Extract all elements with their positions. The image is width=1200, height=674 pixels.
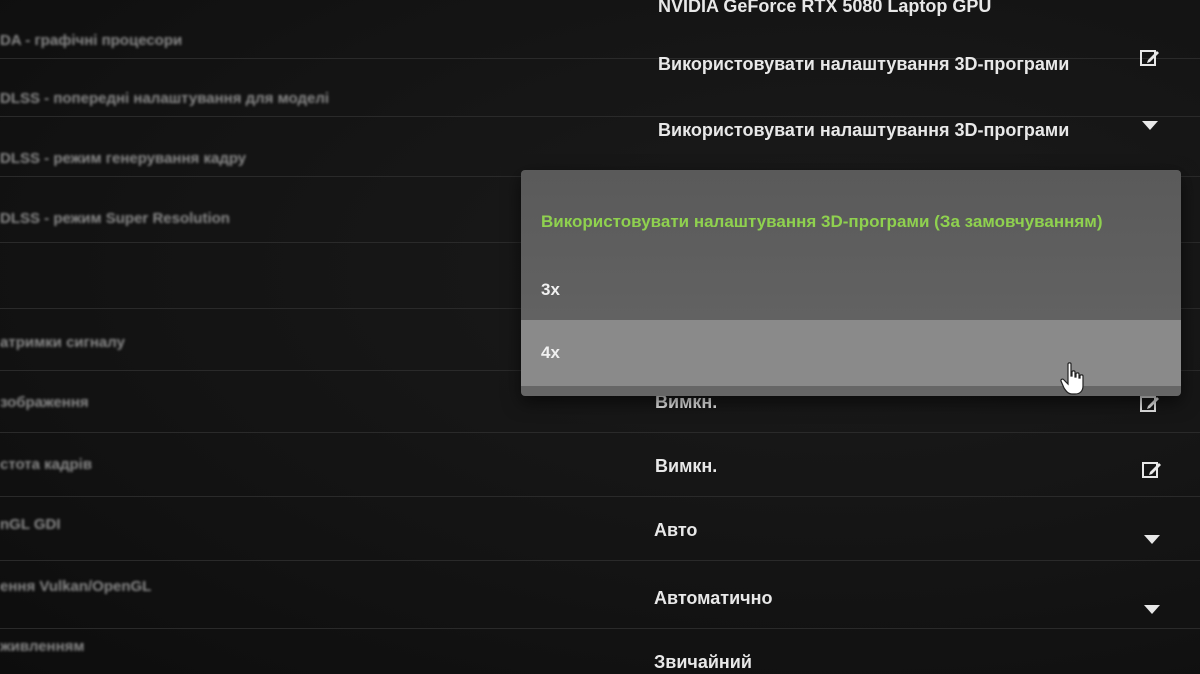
settings-page: DA - графічні процесори NVIDIA GeForce R…: [0, 0, 1200, 674]
setting-value-opengl-gdi[interactable]: Авто: [654, 520, 697, 541]
setting-value-gpu[interactable]: NVIDIA GeForce RTX 5080 Laptop GPU: [658, 0, 991, 17]
row-divider: [0, 496, 1200, 497]
setting-value-power-management[interactable]: Звичайний: [654, 652, 752, 673]
hand-cursor-icon: [1060, 362, 1086, 396]
edit-icon[interactable]: [1138, 456, 1166, 484]
setting-value-frame-rate[interactable]: Вимкн.: [655, 456, 717, 477]
dropdown-option-3x[interactable]: 3x: [521, 260, 1181, 320]
setting-value-dlss-frame-gen[interactable]: Використовувати налаштування 3D-програми: [658, 120, 1069, 141]
chevron-down-icon[interactable]: [1138, 596, 1166, 624]
feature-label-signal-latency: атримки сигналу: [0, 334, 125, 351]
row-divider: [0, 628, 1200, 629]
feature-label-power-management: живленням: [0, 638, 85, 655]
feature-label-dlss-model-preset: DLSS - попередні налаштування для моделі: [0, 90, 330, 107]
dropdown-option-default[interactable]: Використовувати налаштування 3D-програми…: [521, 192, 1181, 252]
chevron-down-icon[interactable]: [1138, 526, 1166, 554]
feature-label-frame-rate: стота кадрів: [0, 456, 93, 473]
feature-label-dlss-frame-gen: DLSS - режим генерування кадру: [0, 150, 247, 167]
row-divider: [0, 560, 1200, 561]
feature-label-vulkan-opengl: ення Vulkan/OpenGL: [0, 578, 152, 595]
feature-label-gpu: DA - графічні процесори: [0, 32, 183, 49]
feature-label-dlss-super-resolution: DLSS - режим Super Resolution: [0, 210, 230, 227]
row-divider: [0, 432, 1200, 433]
edit-icon[interactable]: [1136, 44, 1164, 72]
row-divider: [0, 116, 1200, 117]
feature-label-image: зображення: [0, 394, 89, 411]
setting-value-vulkan-opengl[interactable]: Автоматично: [654, 588, 772, 609]
feature-label-opengl-gdi: nGL GDI: [0, 516, 61, 533]
setting-value-dlss-model-preset[interactable]: Використовувати налаштування 3D-програми: [658, 54, 1069, 75]
chevron-down-icon[interactable]: [1136, 112, 1164, 140]
